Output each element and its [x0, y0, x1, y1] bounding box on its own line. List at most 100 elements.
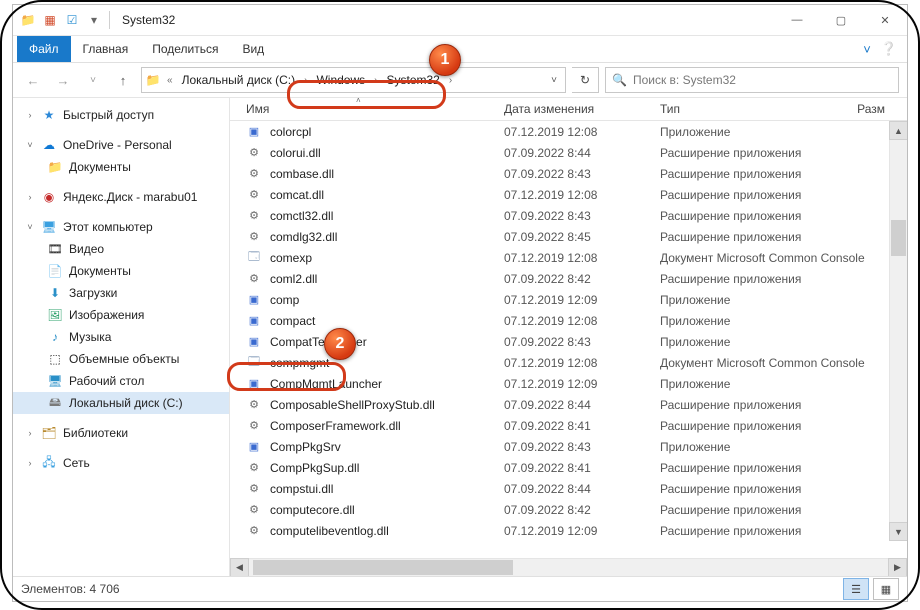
file-row[interactable]: ⚙combase.dll07.09.2022 8:43Расширение пр…: [230, 163, 907, 184]
chevron-right-icon[interactable]: ›: [301, 75, 310, 86]
nav-up-button[interactable]: ↑: [111, 68, 135, 92]
nav-recent-button[interactable]: ˅: [81, 68, 105, 92]
column-header-date[interactable]: Дата изменения: [504, 102, 660, 116]
horizontal-scrollbar[interactable]: ◀ ▶: [230, 558, 907, 576]
scroll-thumb[interactable]: [891, 220, 906, 256]
scroll-left-button[interactable]: ◀: [230, 558, 249, 577]
scroll-down-button[interactable]: ▼: [889, 522, 907, 541]
chevron-right-icon[interactable]: ›: [25, 192, 35, 202]
file-row[interactable]: ▣CompMgmtLauncher07.12.2019 12:09Приложе…: [230, 373, 907, 394]
view-details-button[interactable]: ☰: [843, 578, 869, 600]
file-type: Приложение: [660, 125, 870, 139]
tab-share[interactable]: Поделиться: [140, 36, 230, 62]
qat-dropdown-icon[interactable]: ▾: [83, 9, 105, 31]
chevron-right-icon[interactable]: ›: [446, 75, 455, 86]
scroll-thumb[interactable]: [253, 560, 513, 575]
maximize-button[interactable]: ▢: [819, 5, 863, 35]
music-icon: ♪: [47, 329, 63, 345]
file-name: comdlg32.dll: [270, 230, 337, 244]
sidebar-item-videos[interactable]: 🎞Видео: [13, 238, 229, 260]
file-row[interactable]: ⚙comdlg32.dll07.09.2022 8:45Расширение п…: [230, 226, 907, 247]
file-row[interactable]: 🗔compmgmt07.12.2019 12:08Документ Micros…: [230, 352, 907, 373]
star-icon: ★: [41, 107, 57, 123]
file-row[interactable]: ⚙computelibeventlog.dll07.12.2019 12:09Р…: [230, 520, 907, 541]
file-row[interactable]: ⚙compstui.dll07.09.2022 8:44Расширение п…: [230, 478, 907, 499]
file-name: CompPkgSup.dll: [270, 461, 359, 475]
search-input[interactable]: 🔍 Поиск в: System32: [605, 67, 899, 93]
file-row[interactable]: ⚙computecore.dll07.09.2022 8:42Расширени…: [230, 499, 907, 520]
nav-back-button[interactable]: ←: [21, 68, 45, 92]
column-header-type[interactable]: Тип: [660, 102, 840, 116]
status-items-label: Элементов:: [21, 582, 86, 596]
chevron-down-icon[interactable]: ˅: [25, 140, 35, 150]
view-large-icons-button[interactable]: ▦: [873, 578, 899, 600]
chevron-right-icon[interactable]: ›: [25, 458, 35, 468]
sidebar-item-desktop[interactable]: 🖥Рабочий стол: [13, 370, 229, 392]
file-row[interactable]: ⚙ComposerFramework.dll07.09.2022 8:41Рас…: [230, 415, 907, 436]
sidebar-network[interactable]: › 🖧 Сеть: [13, 452, 229, 474]
vertical-scrollbar[interactable]: ▲ ▼: [889, 121, 907, 541]
sidebar-item-local-disk-c[interactable]: 🖴Локальный диск (C:): [13, 392, 229, 414]
file-row[interactable]: ⚙comctl32.dll07.09.2022 8:43Расширение п…: [230, 205, 907, 226]
file-row[interactable]: ▣CompPkgSrv07.09.2022 8:43Приложение: [230, 436, 907, 457]
sidebar-item-downloads[interactable]: ⬇Загрузки: [13, 282, 229, 304]
file-row[interactable]: ⚙ComposableShellProxyStub.dll07.09.2022 …: [230, 394, 907, 415]
file-row[interactable]: ▣CompatTelRunner07.09.2022 8:43Приложени…: [230, 331, 907, 352]
file-list[interactable]: ▣colorcpl07.12.2019 12:08Приложение⚙colo…: [230, 121, 907, 558]
sidebar-this-pc[interactable]: ˅ 🖥 Этот компьютер: [13, 216, 229, 238]
file-type: Расширение приложения: [660, 461, 870, 475]
sort-asc-icon: ˄: [356, 96, 361, 105]
address-bar[interactable]: 📁 « Локальный диск (C:) › Windows › Syst…: [141, 67, 566, 93]
file-type: Расширение приложения: [660, 482, 870, 496]
sidebar-libraries[interactable]: › 🗂 Библиотеки: [13, 422, 229, 444]
file-icon: ⚙: [246, 418, 262, 434]
sidebar-quick-access[interactable]: › ★ Быстрый доступ: [13, 104, 229, 126]
sidebar-item-documents[interactable]: 📁 Документы: [13, 156, 229, 178]
qat-checkbox-icon[interactable]: ☑: [61, 9, 83, 31]
file-row[interactable]: ⚙comcat.dll07.12.2019 12:08Расширение пр…: [230, 184, 907, 205]
minimize-button[interactable]: ―: [775, 5, 819, 35]
sidebar-item-3d-objects[interactable]: ⬚Объемные объекты: [13, 348, 229, 370]
scroll-up-button[interactable]: ▲: [889, 121, 907, 140]
file-date: 07.12.2019 12:08: [504, 188, 660, 202]
sidebar-item-music[interactable]: ♪Музыка: [13, 326, 229, 348]
scroll-right-button[interactable]: ▶: [888, 558, 907, 577]
ribbon-expand-button[interactable]: ˅ ❔: [853, 36, 907, 62]
chevron-right-icon[interactable]: ›: [25, 428, 35, 438]
crumb-windows[interactable]: Windows: [310, 68, 371, 92]
crumb-system32[interactable]: System32: [381, 68, 446, 92]
sidebar-item-documents[interactable]: 📄Документы: [13, 260, 229, 282]
sidebar-item-pictures[interactable]: 🖼Изображения: [13, 304, 229, 326]
qat-properties-icon[interactable]: ▦: [39, 9, 61, 31]
nav-forward-button[interactable]: →: [51, 68, 75, 92]
column-header-name[interactable]: Имя: [230, 102, 504, 116]
address-history-dropdown[interactable]: ˅: [543, 75, 565, 86]
file-row[interactable]: 🗔comexp07.12.2019 12:08Документ Microsof…: [230, 247, 907, 268]
file-row[interactable]: ▣colorcpl07.12.2019 12:08Приложение: [230, 121, 907, 142]
tab-file[interactable]: Файл: [17, 36, 71, 62]
file-row[interactable]: ▣comp07.12.2019 12:09Приложение: [230, 289, 907, 310]
chevron-right-icon[interactable]: «: [164, 75, 176, 86]
tab-view[interactable]: Вид: [230, 36, 276, 62]
file-row[interactable]: ⚙CompPkgSup.dll07.09.2022 8:41Расширение…: [230, 457, 907, 478]
file-icon: 🗔: [246, 355, 262, 371]
tab-home[interactable]: Главная: [71, 36, 141, 62]
file-type: Расширение приложения: [660, 230, 870, 244]
close-button[interactable]: ✕: [863, 5, 907, 35]
chevron-right-icon[interactable]: ›: [371, 75, 380, 86]
chevron-down-icon[interactable]: ˅: [25, 222, 35, 232]
document-icon: 📄: [47, 263, 63, 279]
search-placeholder: Поиск в: System32: [633, 73, 736, 87]
file-row[interactable]: ⚙coml2.dll07.09.2022 8:42Расширение прил…: [230, 268, 907, 289]
file-row[interactable]: ⚙colorui.dll07.09.2022 8:44Расширение пр…: [230, 142, 907, 163]
column-header-size[interactable]: Разм: [840, 102, 907, 116]
file-type: Приложение: [660, 440, 870, 454]
file-name: combase.dll: [270, 167, 334, 181]
sidebar-yandex-disk[interactable]: › ◉ Яндекс.Диск - marabu01: [13, 186, 229, 208]
crumb-drive[interactable]: Локальный диск (C:): [176, 68, 302, 92]
file-date: 07.09.2022 8:45: [504, 230, 660, 244]
chevron-right-icon[interactable]: ›: [25, 110, 35, 120]
refresh-button[interactable]: ↻: [572, 67, 599, 93]
sidebar-onedrive[interactable]: ˅ ☁ OneDrive - Personal: [13, 134, 229, 156]
file-row[interactable]: ▣compact07.12.2019 12:08Приложение: [230, 310, 907, 331]
